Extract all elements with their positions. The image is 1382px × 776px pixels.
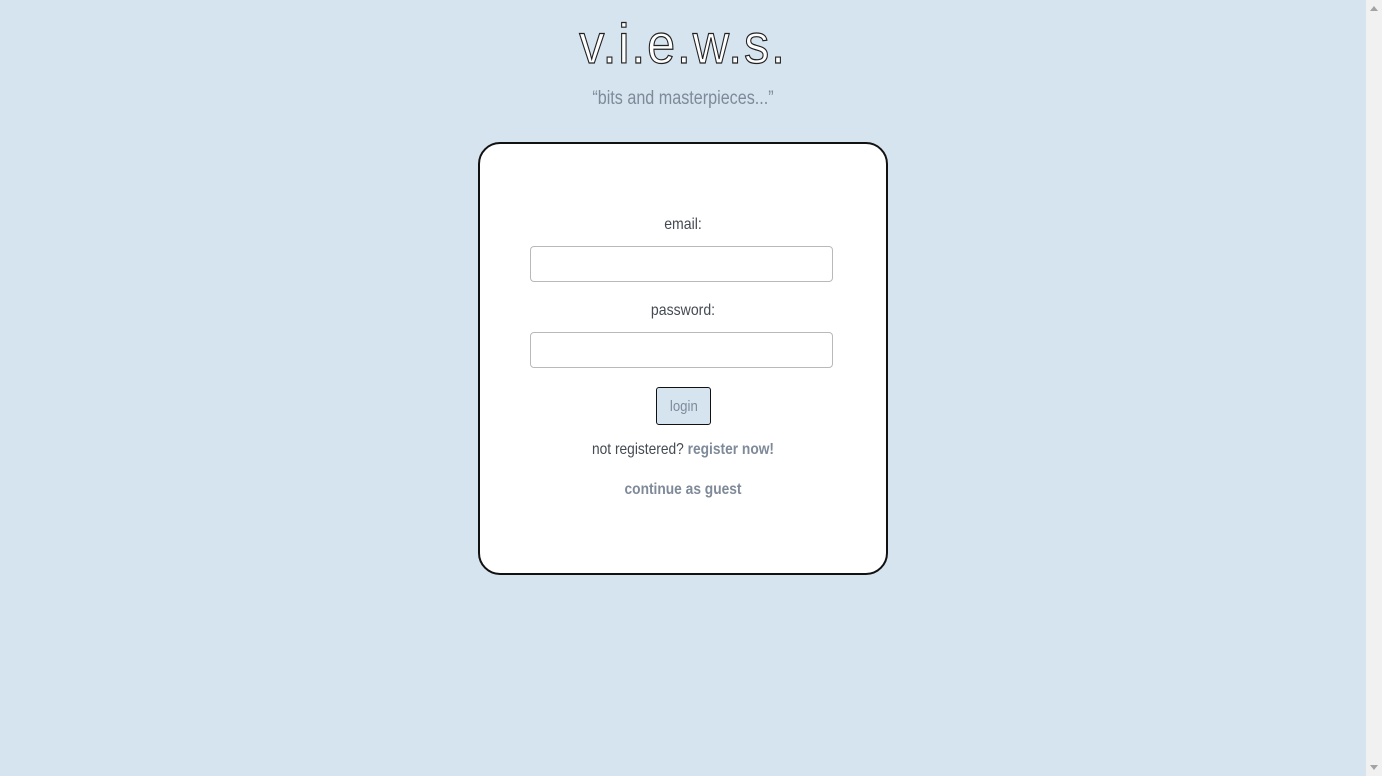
login-card: email: password: login not registered? r… <box>478 142 888 575</box>
page: v.i.e.w.s. “bits and masterpieces...” em… <box>0 0 1366 776</box>
register-link[interactable]: register now! <box>688 441 774 458</box>
brand-logo: v.i.e.w.s. <box>579 11 787 75</box>
password-field[interactable] <box>530 332 833 368</box>
continue-as-guest-link[interactable]: continue as guest <box>625 481 742 498</box>
scroll-up-icon[interactable] <box>1370 6 1378 11</box>
vertical-scrollbar[interactable] <box>1366 0 1382 776</box>
password-label: password: <box>650 302 716 319</box>
login-button-label: login <box>669 397 698 415</box>
register-prompt: not registered? <box>591 441 684 458</box>
scroll-down-icon[interactable] <box>1370 765 1378 770</box>
tagline: “bits and masterpieces...” <box>592 88 774 109</box>
guest-row: continue as guest <box>508 481 857 499</box>
email-field[interactable] <box>530 246 833 282</box>
login-button[interactable]: login <box>656 387 711 425</box>
email-label: email: <box>664 216 702 233</box>
register-row: not registered? register now! <box>508 441 857 459</box>
